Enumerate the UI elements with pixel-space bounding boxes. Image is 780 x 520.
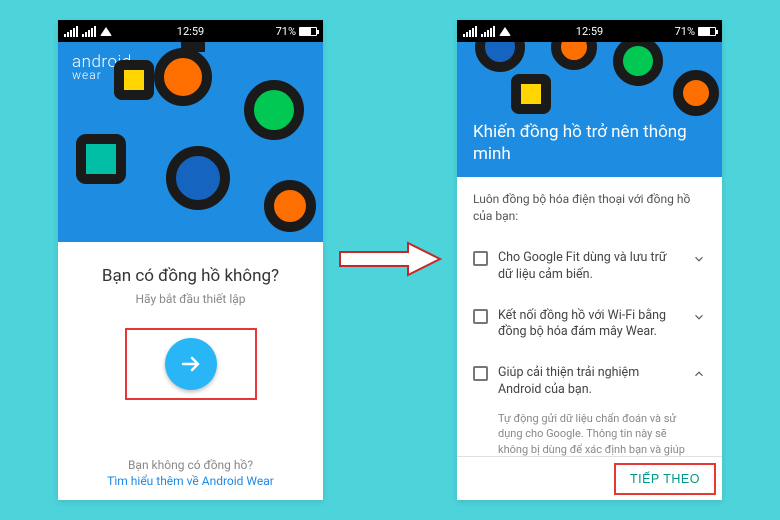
signal-icon [481, 26, 495, 37]
page-title: Khiến đồng hồ trở nên thông minh [473, 121, 706, 165]
headline: Bạn có đồng hồ không? [76, 266, 305, 286]
hero-banner: Khiến đồng hồ trở nên thông minh [457, 42, 722, 177]
phone-screen-options: 12:59 71% Khiến đồng hồ trở nên thông mi… [457, 20, 722, 500]
welcome-body: Bạn có đồng hồ không? Hãy bắt đầu thiết … [58, 242, 323, 400]
watch-illustration [673, 70, 719, 116]
option-label: Kết nối đồng hồ với Wi-Fi bằng đồng bộ h… [498, 308, 682, 342]
watch-illustration [511, 74, 551, 114]
option-label: Cho Google Fit dùng và lưu trữ dữ liệu c… [498, 250, 682, 284]
battery-indicator: 71% [276, 25, 317, 38]
battery-indicator: 71% [675, 25, 716, 38]
subtitle: Hãy bắt đầu thiết lập [76, 292, 305, 306]
footer-links: Bạn không có đồng hồ? Tìm hiểu thêm về A… [58, 458, 323, 488]
battery-percent: 71% [675, 25, 695, 38]
arrow-right-icon [179, 352, 203, 376]
watch-illustration [244, 80, 304, 140]
clock: 12:59 [576, 25, 603, 38]
flow-arrow-icon [336, 238, 446, 280]
wifi-icon [100, 27, 112, 36]
watch-illustration [76, 134, 126, 184]
chevron-down-icon[interactable] [692, 252, 706, 270]
watch-illustration [154, 48, 212, 106]
option-row-fit[interactable]: Cho Google Fit dùng và lưu trữ dữ liệu c… [473, 238, 706, 296]
learn-more-link[interactable]: Tìm hiểu thêm về Android Wear [58, 474, 323, 488]
checkbox[interactable] [473, 309, 488, 324]
option-row-diagnostics[interactable]: Giúp cải thiện trải nghiệm Android của b… [473, 353, 706, 411]
no-watch-text: Bạn không có đồng hồ? [58, 458, 323, 472]
highlight-box [125, 328, 257, 400]
start-button[interactable] [165, 338, 217, 390]
status-bar: 12:59 71% [457, 20, 722, 42]
next-button[interactable]: TIẾP THEO [614, 463, 716, 495]
watch-illustration [613, 42, 663, 86]
watch-illustration [264, 180, 316, 232]
battery-percent: 71% [276, 25, 296, 38]
signal-icon [463, 26, 477, 37]
watch-illustration [114, 60, 154, 100]
chevron-down-icon[interactable] [692, 310, 706, 328]
option-description: Tự động gửi dữ liệu chẩn đoán và sử dụng… [473, 411, 706, 457]
wifi-icon [499, 27, 511, 36]
checkbox[interactable] [473, 251, 488, 266]
watch-illustration [166, 146, 230, 210]
watch-illustration [475, 42, 525, 72]
option-row-wifi[interactable]: Kết nối đồng hồ với Wi-Fi bằng đồng bộ h… [473, 296, 706, 354]
option-label: Giúp cải thiện trải nghiệm Android của b… [498, 365, 682, 399]
options-body: Luôn đồng bộ hóa điện thoại với đồng hồ … [457, 177, 722, 457]
footer-bar: TIẾP THEO [457, 456, 722, 500]
status-bar: 12:59 71% [58, 20, 323, 42]
signal-icon [82, 26, 96, 37]
phone-screen-welcome: 12:59 71% androidwear Bạn có đồng hồ khô… [58, 20, 323, 500]
battery-icon [698, 27, 716, 36]
watch-illustration [551, 42, 597, 70]
hero-banner: androidwear [58, 42, 323, 242]
intro-text: Luôn đồng bộ hóa điện thoại với đồng hồ … [473, 191, 706, 226]
battery-icon [299, 27, 317, 36]
chevron-up-icon[interactable] [692, 367, 706, 385]
checkbox[interactable] [473, 366, 488, 381]
signal-icon [64, 26, 78, 37]
clock: 12:59 [177, 25, 204, 38]
